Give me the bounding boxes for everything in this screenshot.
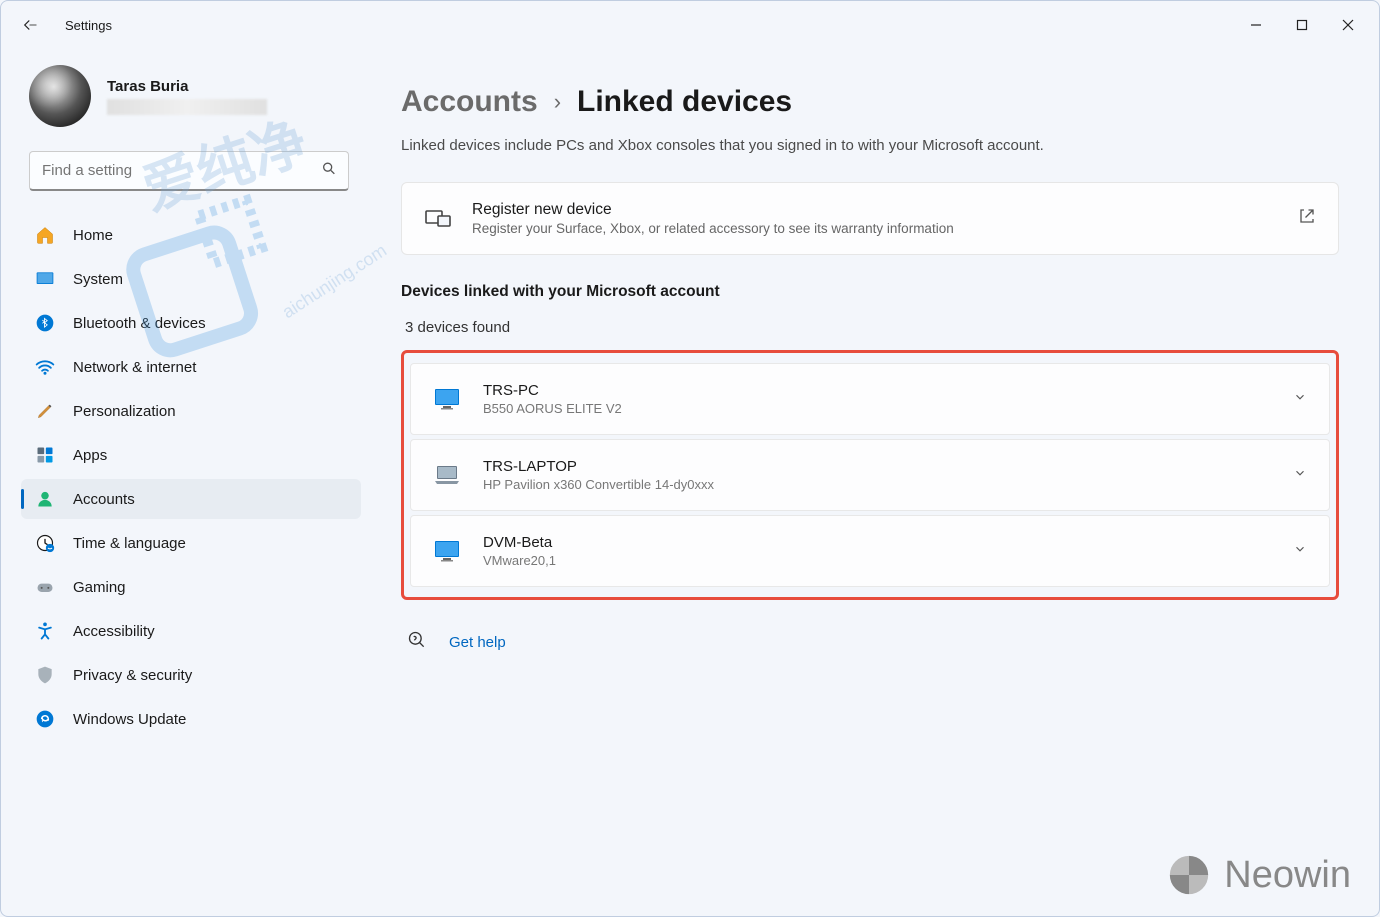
main-content: Accounts › Linked devices Linked devices…	[361, 49, 1379, 916]
accessibility-icon	[35, 621, 55, 641]
sidebar-item-bluetooth[interactable]: Bluetooth & devices	[21, 303, 361, 343]
nav-label: Windows Update	[73, 711, 186, 728]
nav-label: Network & internet	[73, 359, 196, 376]
profile-email-blurred	[107, 99, 267, 115]
nav-label: Home	[73, 227, 113, 244]
device-list-highlighted: TRS-PC B550 AORUS ELITE V2 TRS-LAPTOP HP…	[401, 350, 1339, 600]
window-controls	[1233, 9, 1371, 41]
help-link[interactable]: Get help	[449, 634, 506, 651]
sidebar-item-home[interactable]: Home	[21, 215, 361, 255]
search-icon	[321, 161, 337, 182]
wifi-icon	[35, 357, 55, 377]
register-device-card[interactable]: Register new device Register your Surfac…	[401, 182, 1339, 255]
page-description: Linked devices include PCs and Xbox cons…	[401, 137, 1339, 154]
page-title: Linked devices	[577, 85, 792, 119]
back-button[interactable]	[9, 5, 49, 45]
neowin-text: Neowin	[1224, 854, 1351, 897]
sidebar-item-system[interactable]: System	[21, 259, 361, 299]
help-icon	[407, 630, 427, 655]
sidebar-item-personalization[interactable]: Personalization	[21, 391, 361, 431]
nav: Home System Bluetooth & devices Network …	[21, 215, 361, 739]
external-link-icon	[1298, 207, 1316, 230]
apps-icon	[35, 445, 55, 465]
sidebar-item-accounts[interactable]: Accounts	[21, 479, 361, 519]
neowin-branding: Neowin	[1166, 852, 1351, 898]
sidebar-item-apps[interactable]: Apps	[21, 435, 361, 475]
nav-label: Accessibility	[73, 623, 155, 640]
device-model: HP Pavilion x360 Convertible 14-dy0xxx	[483, 477, 1271, 492]
search-input[interactable]	[29, 151, 349, 191]
sidebar: Taras Buria Home System Bluetooth & devi…	[1, 49, 361, 916]
register-title: Register new device	[472, 201, 1278, 219]
shield-icon	[35, 665, 55, 685]
sidebar-item-accessibility[interactable]: Accessibility	[21, 611, 361, 651]
device-name: TRS-PC	[483, 382, 1271, 399]
sidebar-item-network[interactable]: Network & internet	[21, 347, 361, 387]
device-row[interactable]: TRS-LAPTOP HP Pavilion x360 Convertible …	[410, 439, 1330, 511]
device-row[interactable]: DVM-Beta VMware20,1	[410, 515, 1330, 587]
device-model: VMware20,1	[483, 553, 1271, 568]
bluetooth-icon	[35, 313, 55, 333]
device-row[interactable]: TRS-PC B550 AORUS ELITE V2	[410, 363, 1330, 435]
sidebar-item-time[interactable]: Time & language	[21, 523, 361, 563]
chevron-down-icon	[1293, 542, 1307, 561]
register-sub: Register your Surface, Xbox, or related …	[472, 221, 1278, 236]
app-title: Settings	[65, 18, 112, 33]
help-row: Get help	[401, 630, 1339, 655]
sidebar-item-update[interactable]: Windows Update	[21, 699, 361, 739]
close-button[interactable]	[1325, 9, 1371, 41]
clock-icon	[35, 533, 55, 553]
nav-label: System	[73, 271, 123, 288]
nav-label: Bluetooth & devices	[73, 315, 206, 332]
profile-name: Taras Buria	[107, 78, 267, 95]
home-icon	[35, 225, 55, 245]
search-wrap	[29, 151, 349, 191]
minimize-button[interactable]	[1233, 9, 1279, 41]
gaming-icon	[35, 577, 55, 597]
neowin-logo-icon	[1166, 852, 1212, 898]
chevron-down-icon	[1293, 390, 1307, 409]
device-model: B550 AORUS ELITE V2	[483, 401, 1271, 416]
breadcrumb-parent[interactable]: Accounts	[401, 85, 538, 119]
sidebar-item-gaming[interactable]: Gaming	[21, 567, 361, 607]
nav-label: Personalization	[73, 403, 176, 420]
chevron-right-icon: ›	[554, 89, 561, 115]
nav-label: Gaming	[73, 579, 126, 596]
devices-count: 3 devices found	[401, 319, 1339, 336]
section-heading: Devices linked with your Microsoft accou…	[401, 283, 1339, 301]
breadcrumb: Accounts › Linked devices	[401, 85, 1339, 119]
laptop-icon	[433, 464, 461, 486]
chevron-down-icon	[1293, 466, 1307, 485]
titlebar: Settings	[1, 1, 1379, 49]
update-icon	[35, 709, 55, 729]
desktop-icon	[433, 388, 461, 410]
desktop-icon	[433, 540, 461, 562]
nav-label: Privacy & security	[73, 667, 192, 684]
paint-icon	[35, 401, 55, 421]
devices-icon	[424, 205, 452, 233]
nav-label: Apps	[73, 447, 107, 464]
maximize-button[interactable]	[1279, 9, 1325, 41]
accounts-icon	[35, 489, 55, 509]
device-name: DVM-Beta	[483, 534, 1271, 551]
profile-block[interactable]: Taras Buria	[21, 65, 361, 127]
avatar	[29, 65, 91, 127]
nav-label: Time & language	[73, 535, 186, 552]
system-icon	[35, 269, 55, 289]
sidebar-item-privacy[interactable]: Privacy & security	[21, 655, 361, 695]
device-name: TRS-LAPTOP	[483, 458, 1271, 475]
nav-label: Accounts	[73, 491, 135, 508]
